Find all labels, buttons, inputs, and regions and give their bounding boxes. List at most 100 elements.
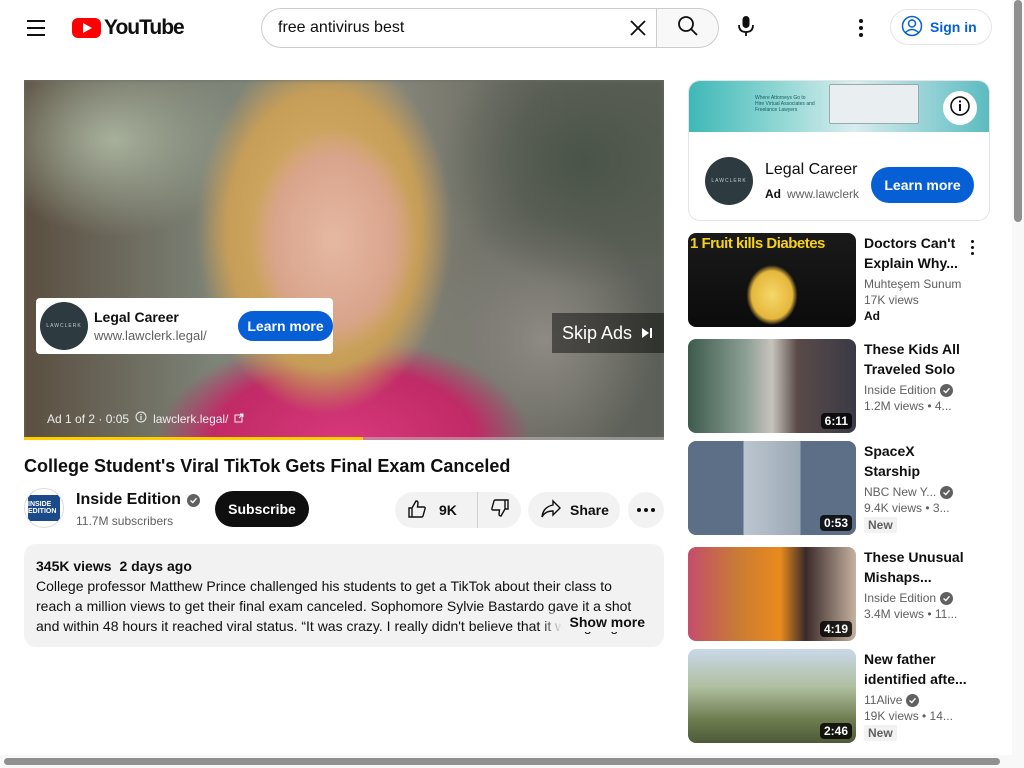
horizontal-scrollbar-thumb[interactable]: [4, 758, 1000, 765]
dot: [644, 508, 648, 512]
clear-search-icon[interactable]: [627, 17, 649, 39]
thumbnail-caption: 1 Fruit kills Diabetes: [690, 235, 825, 252]
video-frame: [24, 80, 664, 440]
dot: [651, 508, 655, 512]
ad-card-url: www.lawclerk.legal: [787, 187, 859, 201]
video-duration: 4:19: [819, 621, 852, 637]
vertical-scrollbar-thumb[interactable]: [1014, 0, 1022, 222]
horizontal-scrollbar[interactable]: [0, 755, 1012, 768]
info-icon: [949, 95, 971, 122]
recommendation-views: 9.4K views • 3...: [864, 501, 950, 515]
channel-name-text: Muhteşem Sunum: [864, 277, 962, 291]
recommendation-channel[interactable]: Inside Edition: [864, 591, 968, 605]
video-thumbnail[interactable]: 0:53: [688, 441, 856, 535]
microphone-icon: [737, 15, 755, 42]
more-actions-button[interactable]: [628, 492, 664, 528]
video-thumbnail[interactable]: 2:46: [688, 649, 856, 743]
recommendation-title[interactable]: Doctors Can't Explain Why...: [864, 233, 968, 273]
ad-overlay-card[interactable]: LAWCLERK Legal Career www.lawclerk.legal…: [36, 298, 333, 354]
video-player[interactable]: LAWCLERK Legal Career www.lawclerk.legal…: [24, 80, 664, 440]
subscribe-button[interactable]: Subscribe: [215, 491, 309, 527]
recommendation-menu-button[interactable]: [960, 235, 984, 259]
channel-name[interactable]: Inside Edition: [76, 491, 200, 509]
ad-card-title[interactable]: Legal Career: [765, 161, 858, 179]
voice-search-button[interactable]: [728, 10, 764, 46]
dislike-button[interactable]: [478, 492, 521, 528]
like-button[interactable]: 9K: [395, 492, 478, 528]
video-title: College Student's Viral TikTok Gets Fina…: [24, 456, 511, 476]
channel-avatar[interactable]: INSIDE EDITION: [24, 488, 64, 528]
sign-in-button[interactable]: Sign in: [890, 9, 992, 45]
video-thumbnail[interactable]: 1 Fruit kills Diabetes: [688, 233, 856, 327]
like-dislike-group: 9K: [395, 492, 521, 528]
ad-progress-bar[interactable]: [24, 437, 664, 440]
skip-ads-button[interactable]: Skip Ads: [552, 313, 664, 353]
search-button[interactable]: [656, 8, 719, 48]
ad-overlay-title: Legal Career: [94, 309, 179, 325]
video-duration: 0:53: [819, 515, 852, 531]
youtube-play-icon: [72, 18, 101, 38]
subscriber-count: 11.7M subscribers: [76, 514, 174, 528]
guide-menu-button[interactable]: [18, 10, 54, 46]
show-more-button[interactable]: Show more: [541, 612, 645, 632]
recommendation-item[interactable]: 4:19 These Unusual Mishaps... Inside Edi…: [688, 547, 990, 641]
recommendation-item[interactable]: 1 Fruit kills Diabetes Doctors Can't Exp…: [688, 233, 990, 327]
ad-card-learn-more-button[interactable]: Learn more: [871, 167, 974, 203]
video-thumbnail[interactable]: 6:11: [688, 339, 856, 433]
share-label: Share: [570, 502, 609, 518]
hamburger-line: [27, 27, 45, 29]
dot: [859, 33, 863, 37]
ad-info-button[interactable]: [943, 91, 977, 125]
ad-overlay-learn-more-button[interactable]: Learn more: [238, 311, 333, 341]
video-duration: 2:46: [819, 723, 852, 739]
new-badge: New: [864, 725, 897, 741]
recommendation-title[interactable]: These Kids All Traveled Solo: [864, 339, 968, 379]
youtube-logo[interactable]: YouTube: [72, 16, 185, 40]
advertiser-logo[interactable]: LAWCLERK: [705, 157, 753, 205]
owner-row: INSIDE EDITION Inside Edition 11.7M subs…: [24, 488, 664, 530]
recommendation-channel[interactable]: 11Alive: [864, 693, 968, 707]
vertical-scrollbar[interactable]: [1012, 0, 1024, 768]
ad-card-meta: Ad www.lawclerk.legal: [765, 187, 859, 201]
description-box[interactable]: 345K views 2 days ago College professor …: [24, 544, 664, 647]
recommendation-views: 17K views: [864, 293, 919, 307]
hamburger-line: [27, 20, 45, 22]
ad-badge: Ad: [864, 309, 880, 323]
external-link-icon: [234, 412, 244, 426]
thumbs-up-icon: [407, 499, 427, 522]
share-icon: [540, 498, 562, 522]
channel-name-text: Inside Edition: [864, 591, 937, 605]
recommendation-item[interactable]: 2:46 New father identified afte... 11Ali…: [688, 649, 990, 743]
search-icon: [677, 15, 699, 42]
dot: [970, 245, 974, 249]
sidebar-ad-card[interactable]: Where Attorneys Go to Hire Virtual Assoc…: [688, 80, 990, 221]
recommendation-views: 1.2M views • 4...: [864, 399, 952, 413]
recommendation-channel[interactable]: NBC New Y...: [864, 485, 968, 499]
recommendation-title[interactable]: SpaceX Starship Rock...: [864, 441, 968, 481]
recommendation-channel[interactable]: Muhteşem Sunum: [864, 277, 968, 291]
ad-banner-text: Where Attorneys Go to Hire Virtual Assoc…: [755, 95, 815, 113]
ad-domain-link[interactable]: lawclerk.legal/: [153, 412, 228, 426]
search-input[interactable]: [278, 19, 608, 37]
upload-date: 2 days ago: [119, 558, 192, 574]
recommendation-title[interactable]: These Unusual Mishaps...: [864, 547, 968, 587]
advertiser-logo-text: LAWCLERK: [46, 323, 82, 329]
new-badge: New: [864, 517, 897, 533]
recommendation-channel[interactable]: Inside Edition: [864, 383, 968, 397]
video-thumbnail[interactable]: 4:19: [688, 547, 856, 641]
skip-next-icon: [640, 326, 654, 340]
channel-name-text: Inside Edition: [76, 491, 181, 508]
ad-label: Ad: [765, 187, 781, 201]
recommendation-item[interactable]: 0:53 SpaceX Starship Rock... NBC New Y..…: [688, 441, 990, 535]
share-button[interactable]: Share: [528, 492, 620, 528]
recommendation-title[interactable]: New father identified afte...: [864, 649, 968, 689]
ad-banner-image[interactable]: Where Attorneys Go to Hire Virtual Assoc…: [689, 81, 989, 132]
hamburger-line: [27, 34, 45, 36]
dot: [970, 239, 974, 243]
ad-info-icon[interactable]: [135, 411, 147, 426]
ad-progress-fill: [24, 437, 364, 440]
thumbs-down-icon: [490, 498, 510, 523]
recommendation-item[interactable]: 6:11 These Kids All Traveled Solo Inside…: [688, 339, 990, 433]
masthead: YouTube Sign in: [0, 0, 1010, 56]
settings-more-button[interactable]: [845, 12, 877, 44]
